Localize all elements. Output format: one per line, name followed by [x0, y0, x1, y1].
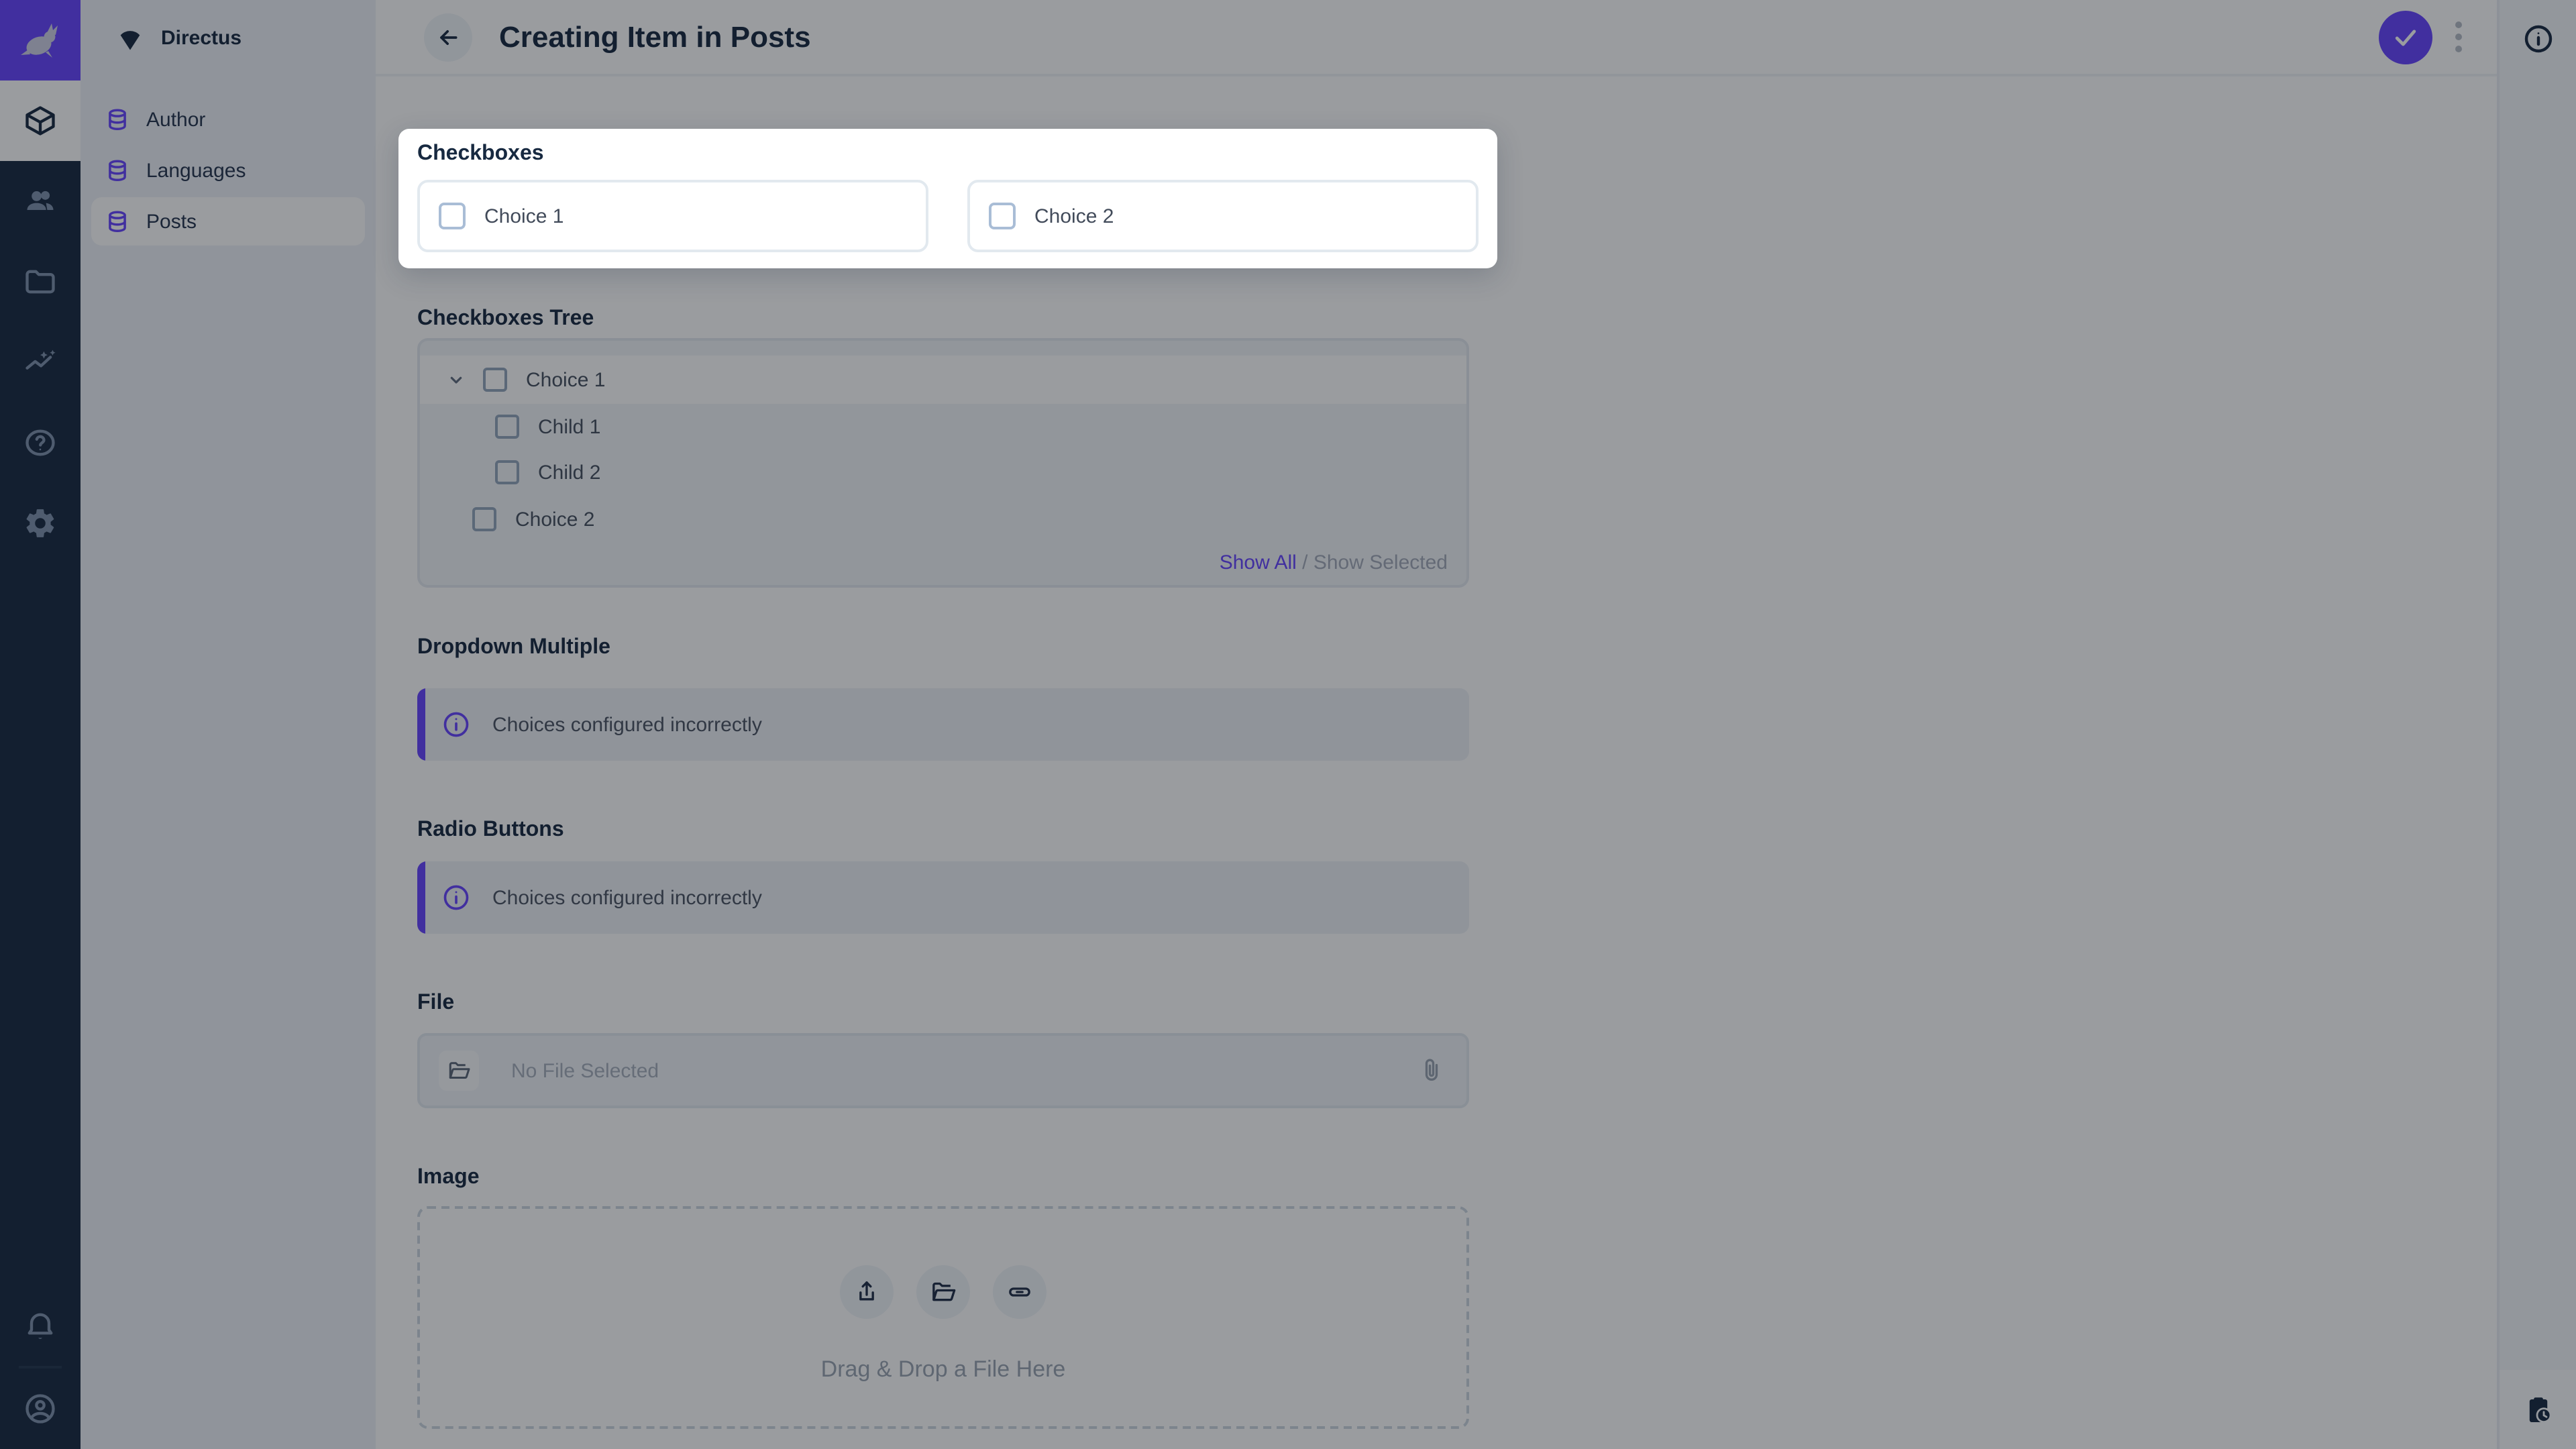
- checkbox-choice2[interactable]: [989, 203, 1016, 229]
- checkbox-label: Choice 1: [484, 205, 564, 227]
- checkboxes-field-card: Checkboxes Choice 1 Choice 2: [398, 129, 1497, 268]
- app-window: Directus Author: [0, 0, 2576, 1449]
- checkbox-option-choice2[interactable]: Choice 2: [967, 180, 1479, 252]
- checkbox-option-choice1[interactable]: Choice 1: [417, 180, 928, 252]
- checkbox-label: Choice 2: [1034, 205, 1114, 227]
- checkbox-choice1[interactable]: [439, 203, 466, 229]
- field-label-checkboxes: Checkboxes: [417, 142, 1479, 166]
